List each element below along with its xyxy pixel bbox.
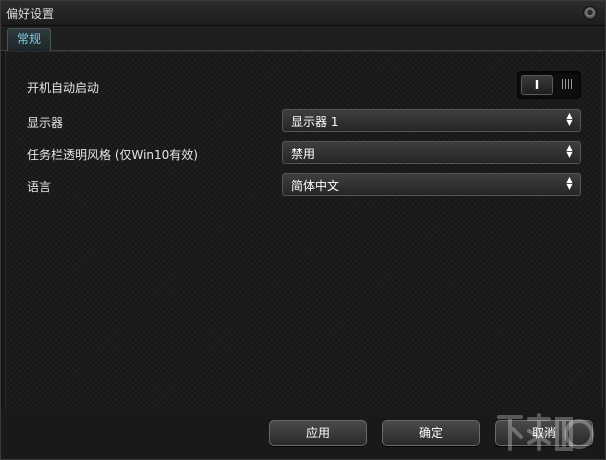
footer-bar: 应用 确定 取消 <box>1 409 605 459</box>
preferences-window: 偏好设置 常规 开机自动启动 I 显示器 显示器 1 ▲ ▼ 任务栏透明风格 (仅… <box>0 0 606 460</box>
tab-general[interactable]: 常规 <box>7 28 51 51</box>
language-select[interactable]: 简体中文 ▲ ▼ <box>282 173 581 196</box>
grip-lines-icon <box>562 79 574 89</box>
language-label: 语言 <box>27 180 52 194</box>
close-icon[interactable] <box>583 6 597 20</box>
taskbar-style-select-value: 禁用 <box>291 147 316 161</box>
up-down-arrows-icon: ▲ ▼ <box>566 111 573 127</box>
taskbar-style-label: 任务栏透明风格 (仅Win10有效) <box>27 148 198 162</box>
autostart-label: 开机自动启动 <box>27 81 100 95</box>
autostart-toggle[interactable]: I <box>517 71 581 99</box>
language-select-value: 简体中文 <box>291 179 340 193</box>
monitor-select[interactable]: 显示器 1 ▲ ▼ <box>282 109 581 132</box>
taskbar-style-select[interactable]: 禁用 ▲ ▼ <box>282 141 581 164</box>
monitor-label: 显示器 <box>27 116 64 130</box>
up-down-arrows-icon: ▲ ▼ <box>566 143 573 159</box>
tab-bar: 常规 <box>1 26 605 51</box>
monitor-select-value: 显示器 1 <box>291 115 339 129</box>
cancel-button[interactable]: 取消 <box>495 420 593 446</box>
toggle-knob: I <box>521 75 553 95</box>
apply-button[interactable]: 应用 <box>269 420 367 446</box>
up-down-arrows-icon: ▲ ▼ <box>566 175 573 191</box>
title-bar: 偏好设置 <box>1 1 605 26</box>
window-title: 偏好设置 <box>6 7 55 21</box>
settings-panel: 开机自动启动 I 显示器 显示器 1 ▲ ▼ 任务栏透明风格 (仅Win10有效)… <box>5 51 603 410</box>
ok-button[interactable]: 确定 <box>382 420 480 446</box>
